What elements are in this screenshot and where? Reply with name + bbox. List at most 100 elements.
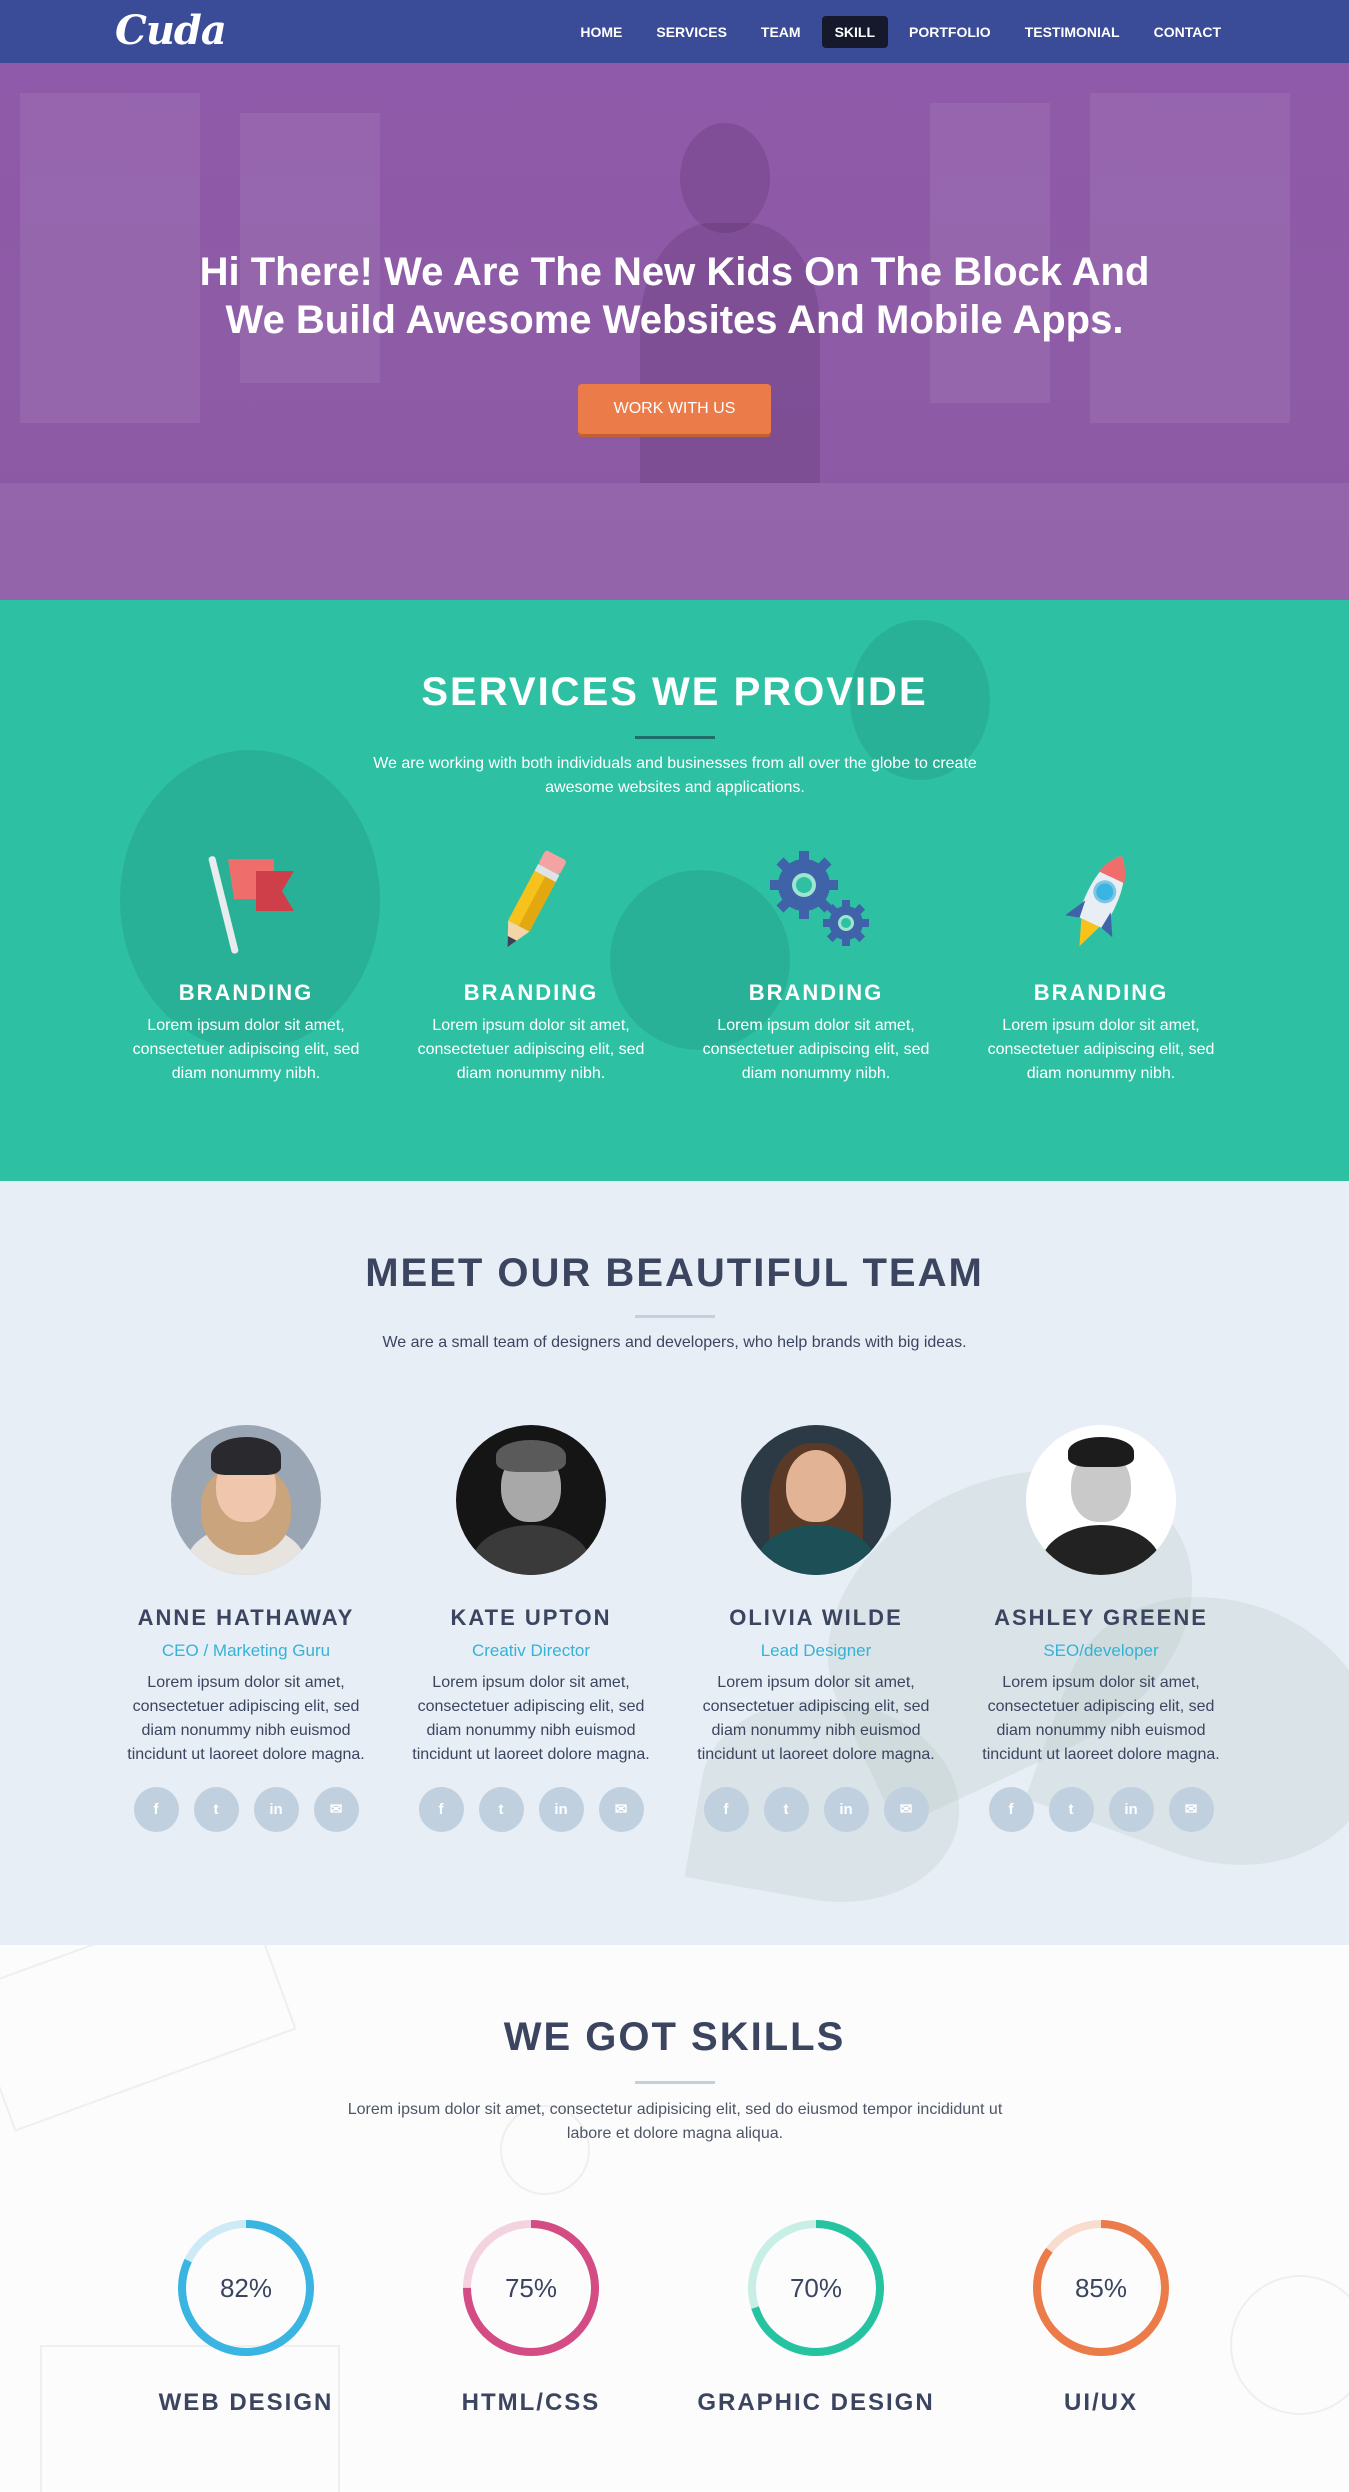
member-name: OLIVIA WILDE xyxy=(729,1605,903,1630)
hero-bg-person xyxy=(680,123,770,233)
linkedin-icon[interactable]: in xyxy=(253,1787,299,1832)
linkedin-icon[interactable]: in xyxy=(1108,1787,1154,1832)
member-role: SEO/developer xyxy=(1043,1641,1159,1660)
facebook-icon[interactable]: f xyxy=(418,1787,464,1832)
service-title: BRANDING xyxy=(1033,980,1169,1005)
skill-progress-ring: 75% xyxy=(460,2217,602,2359)
skills-subtitle: Lorem ipsum dolor sit amet, consectetur … xyxy=(347,2101,1003,2142)
skill-percent: 75% xyxy=(504,2273,558,2303)
member-name: KATE UPTON xyxy=(450,1605,612,1630)
hero-headline-line1: Hi There! We Are The New Kids On The Blo… xyxy=(199,250,1150,294)
services-divider xyxy=(635,736,715,739)
team-section: MEET OUR BEAUTIFUL TEAM We are a small t… xyxy=(0,1181,1349,1945)
nav-item-contact[interactable]: CONTACT xyxy=(1141,16,1234,48)
skill-percent: 70% xyxy=(789,2273,843,2303)
avatar xyxy=(1026,1425,1176,1575)
linkedin-icon[interactable]: in xyxy=(823,1787,869,1832)
avatar xyxy=(741,1425,891,1575)
nav-item-skill[interactable]: SKILL xyxy=(821,16,889,48)
twitter-icon[interactable]: t xyxy=(193,1787,239,1832)
member-socials: f t in ✉ xyxy=(971,1787,1231,1832)
nav-item-portfolio[interactable]: PORTFOLIO xyxy=(896,16,1004,48)
hero-headline: Hi There! We Are The New Kids On The Blo… xyxy=(0,248,1349,344)
skill-label: GRAPHIC DESIGN xyxy=(697,2389,935,2416)
skill-label: HTML/CSS xyxy=(461,2389,601,2416)
rocket-icon xyxy=(1041,845,1161,960)
nav-item-team[interactable]: TEAM xyxy=(748,16,814,48)
mail-icon[interactable]: ✉ xyxy=(1168,1787,1214,1832)
member-name: ASHLEY GREENE xyxy=(994,1605,1208,1630)
site-logo[interactable]: Cuda xyxy=(115,7,227,54)
service-text: Lorem ipsum dolor sit amet, consectetuer… xyxy=(132,1017,360,1082)
team-member-card: KATE UPTON Creativ Director Lorem ipsum … xyxy=(401,1425,661,1832)
service-text: Lorem ipsum dolor sit amet, consectetuer… xyxy=(987,1017,1215,1082)
member-name: ANNE HATHAWAY xyxy=(137,1605,355,1630)
skill-percent: 85% xyxy=(1074,2273,1128,2303)
linkedin-icon[interactable]: in xyxy=(538,1787,584,1832)
service-title: BRANDING xyxy=(463,980,599,1005)
main-menu: HOME SERVICES TEAM SKILL PORTFOLIO TESTI… xyxy=(567,16,1234,48)
member-socials: f t in ✉ xyxy=(686,1787,946,1832)
mail-icon[interactable]: ✉ xyxy=(313,1787,359,1832)
service-card: BRANDING Lorem ipsum dolor sit amet, con… xyxy=(116,845,376,1086)
skill-item: 70% GRAPHIC DESIGN xyxy=(686,2217,946,2417)
skill-label: WEB DESIGN xyxy=(158,2389,334,2416)
team-subtitle: We are a small team of designers and dev… xyxy=(382,1334,967,1351)
member-role: Lead Designer xyxy=(760,1641,872,1660)
service-card: BRANDING Lorem ipsum dolor sit amet, con… xyxy=(971,845,1231,1086)
team-member-card: ASHLEY GREENE SEO/developer Lorem ipsum … xyxy=(971,1425,1231,1832)
service-title: BRANDING xyxy=(178,980,314,1005)
service-title: BRANDING xyxy=(748,980,884,1005)
service-text: Lorem ipsum dolor sit amet, consectetuer… xyxy=(702,1017,930,1082)
team-title: MEET OUR BEAUTIFUL TEAM xyxy=(365,1251,984,1295)
skill-progress-ring: 70% xyxy=(745,2217,887,2359)
member-socials: f t in ✉ xyxy=(116,1787,376,1832)
service-text: Lorem ipsum dolor sit amet, consectetuer… xyxy=(417,1017,645,1082)
skill-progress-ring: 82% xyxy=(175,2217,317,2359)
services-section: SERVICES WE PROVIDE We are working with … xyxy=(0,600,1349,1181)
pencil-icon xyxy=(471,845,591,960)
mail-icon[interactable]: ✉ xyxy=(883,1787,929,1832)
mail-icon[interactable]: ✉ xyxy=(598,1787,644,1832)
nav-item-testimonial[interactable]: TESTIMONIAL xyxy=(1012,16,1133,48)
member-socials: f t in ✉ xyxy=(401,1787,661,1832)
avatar xyxy=(456,1425,606,1575)
nav-item-services[interactable]: SERVICES xyxy=(643,16,740,48)
skill-progress-ring: 85% xyxy=(1030,2217,1172,2359)
nav-item-home[interactable]: HOME xyxy=(567,16,635,48)
twitter-icon[interactable]: t xyxy=(1048,1787,1094,1832)
skill-item: 82% WEB DESIGN xyxy=(116,2217,376,2417)
hero-bg-desk xyxy=(0,483,1349,600)
skill-percent: 82% xyxy=(219,2273,273,2303)
flag-icon xyxy=(186,845,306,960)
member-role: CEO / Marketing Guru xyxy=(161,1641,331,1660)
skill-item: 85% UI/UX xyxy=(971,2217,1231,2417)
skill-label: UI/UX xyxy=(1063,2389,1138,2416)
work-with-us-button[interactable]: WORK WITH US xyxy=(578,384,771,434)
skills-divider xyxy=(635,2081,715,2084)
member-bio: Lorem ipsum dolor sit amet, consectetuer… xyxy=(697,1674,935,1763)
facebook-icon[interactable]: f xyxy=(133,1787,179,1832)
skills-title: WE GOT SKILLS xyxy=(503,2015,846,2059)
services-title: SERVICES WE PROVIDE xyxy=(421,670,928,714)
team-member-card: OLIVIA WILDE Lead Designer Lorem ipsum d… xyxy=(686,1425,946,1832)
twitter-icon[interactable]: t xyxy=(478,1787,524,1832)
top-navbar: Cuda HOME SERVICES TEAM SKILL PORTFOLIO … xyxy=(0,0,1349,63)
service-card: BRANDING Lorem ipsum dolor sit amet, con… xyxy=(401,845,661,1086)
member-bio: Lorem ipsum dolor sit amet, consectetuer… xyxy=(127,1674,365,1763)
twitter-icon[interactable]: t xyxy=(763,1787,809,1832)
skill-item: 75% HTML/CSS xyxy=(401,2217,661,2417)
facebook-icon[interactable]: f xyxy=(988,1787,1034,1832)
member-bio: Lorem ipsum dolor sit amet, consectetuer… xyxy=(412,1674,650,1763)
gears-icon xyxy=(756,845,876,960)
service-card: BRANDING Lorem ipsum dolor sit amet, con… xyxy=(686,845,946,1086)
skills-section: WE GOT SKILLS Lorem ipsum dolor sit amet… xyxy=(0,1945,1349,2492)
services-subtitle: We are working with both individuals and… xyxy=(373,755,977,796)
member-bio: Lorem ipsum dolor sit amet, consectetuer… xyxy=(982,1674,1220,1763)
hero-headline-line2: We Build Awesome Websites And Mobile App… xyxy=(225,298,1124,342)
hero-section: Hi There! We Are The New Kids On The Blo… xyxy=(0,63,1349,600)
skills-bg-cup xyxy=(1230,2275,1349,2415)
member-role: Creativ Director xyxy=(471,1641,591,1660)
avatar xyxy=(171,1425,321,1575)
facebook-icon[interactable]: f xyxy=(703,1787,749,1832)
